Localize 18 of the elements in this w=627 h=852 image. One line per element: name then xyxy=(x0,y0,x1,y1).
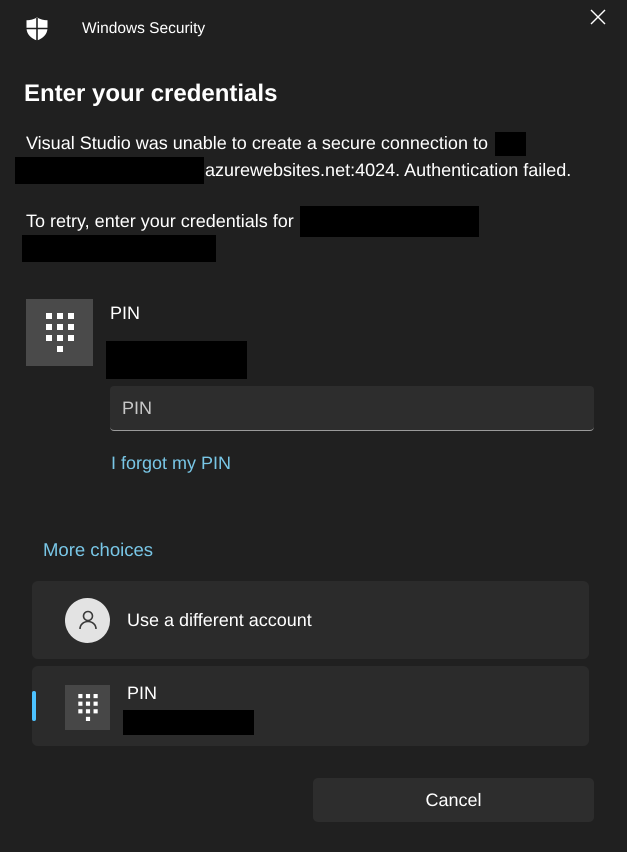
retry-prompt: To retry, enter your credentials for xyxy=(26,210,294,233)
error-message: Visual Studio was unable to create a secure connection to xyxy=(26,132,488,155)
window-title: Windows Security xyxy=(82,19,206,39)
cancel-button[interactable]: Cancel xyxy=(313,778,594,822)
shield-icon xyxy=(26,17,48,41)
error-message: azurewebsites.net:4024. Authentication failed. xyxy=(205,159,572,182)
sign-in-option[interactable]: Use a different account xyxy=(32,581,589,659)
redaction-block xyxy=(494,132,526,156)
person-icon xyxy=(65,598,110,642)
pin-field[interactable]: PIN xyxy=(110,386,594,431)
forgot-pin-link[interactable]: I forgot my PIN xyxy=(111,452,232,474)
close-icon xyxy=(590,9,606,25)
more-choices-link[interactable]: More choices xyxy=(43,539,154,561)
credential-label: PIN xyxy=(110,303,140,323)
sign-in-option[interactable]: PIN xyxy=(32,666,589,746)
keypad-icon xyxy=(65,685,110,730)
keypad-icon xyxy=(26,299,93,366)
dialog-heading: Enter your credentials xyxy=(24,80,278,108)
